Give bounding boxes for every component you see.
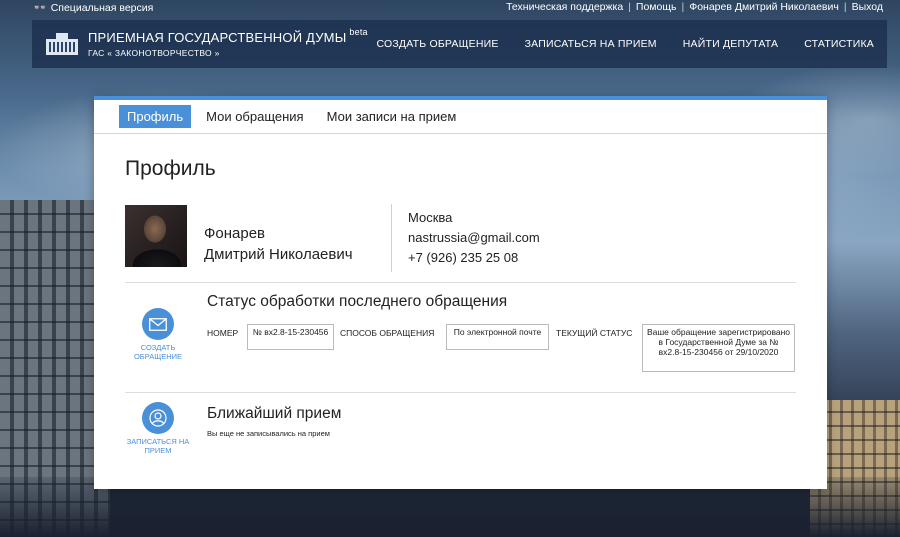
page-title: Профиль [125,157,216,180]
support-link[interactable]: Техническая поддержка [501,1,628,13]
user-name: Фонарев Дмитрий Николаевич [204,223,353,265]
envelope-icon [142,308,174,340]
logo-title: ПРИЕМНАЯ ГОСУДАРСТВЕННОЙ ДУМЫ [88,29,347,45]
current-status-value: Ваше обращение зарегистрировано в Госуда… [642,324,795,372]
utility-bar: 👓 Специальная версия Техническая поддерж… [0,0,900,16]
book-reception-button[interactable]: ЗАПИСАТЬСЯ НА ПРИЕМ [123,402,193,455]
special-version-label: Специальная версия [50,1,154,14]
divider [391,204,392,272]
top-links: Техническая поддержка | Помощь | Фонарев… [501,1,888,13]
create-appeal-label: СОЗДАТЬ ОБРАЩЕНИЕ [133,343,183,361]
nav-statistics[interactable]: СТАТИСТИКА [804,38,874,50]
tab-bar: Профиль Мои обращения Мои записи на прие… [94,100,827,134]
book-reception-label: ЗАПИСАТЬСЯ НА ПРИЕМ [126,437,190,455]
logout-link[interactable]: Выход [847,1,888,13]
user-last-name: Фонарев [204,225,266,242]
nav-book-reception[interactable]: ЗАПИСАТЬСЯ НА ПРИЕМ [525,38,657,50]
user-email: nastrussia@gmail.com [408,230,540,245]
site-logo[interactable]: ПРИЕМНАЯ ГОСУДАРСТВЕННОЙ ДУМЫ beta ГАС « … [44,27,368,58]
method-value: По электронной почте [446,324,549,350]
main-navbar: ПРИЕМНАЯ ГОСУДАРСТВЕННОЙ ДУМЫ beta ГАС « … [32,20,887,68]
profile-card: Профиль Мои обращения Мои записи на прие… [94,96,827,489]
number-value: № вх2.8-15-230456 [247,324,334,350]
user-city: Москва [408,210,453,225]
help-link[interactable]: Помощь [631,1,682,13]
divider [125,392,796,393]
reception-section-title: Ближайший прием [207,405,342,422]
user-first-middle-name: Дмитрий Николаевич [204,246,353,263]
status-section-title: Статус обработки последнего обращения [207,293,508,310]
nav-create-appeal[interactable]: СОЗДАТЬ ОБРАЩЕНИЕ [376,38,498,50]
special-version-link[interactable]: 👓 Специальная версия [33,1,154,15]
method-label: СПОСОБ ОБРАЩЕНИЯ [340,328,435,338]
duma-building-icon [46,33,78,55]
current-status-label: ТЕКУЩИЙ СТАТУС [556,328,633,338]
nav-menu: СОЗДАТЬ ОБРАЩЕНИЕ ЗАПИСАТЬСЯ НА ПРИЕМ НА… [376,38,874,50]
tab-my-receptions[interactable]: Мои записи на прием [319,105,465,128]
user-name-link[interactable]: Фонарев Дмитрий Николаевич [684,1,844,13]
create-appeal-button[interactable]: СОЗДАТЬ ОБРАЩЕНИЕ [123,308,193,361]
divider [125,282,796,283]
user-icon [142,402,174,434]
tab-profile[interactable]: Профиль [119,105,192,128]
logo-subtitle: ГАС « ЗАКОНОТВОРЧЕСТВО » [88,47,220,58]
avatar [125,205,187,267]
status-row: НОМЕР № вх2.8-15-230456 СПОСОБ ОБРАЩЕНИЯ… [207,324,797,376]
contact-info: Москва nastrussia@gmail.com +7 (926) 235… [408,208,540,268]
number-label: НОМЕР [207,328,239,338]
nav-find-deputy[interactable]: НАЙТИ ДЕПУТАТА [683,38,778,50]
no-reception-text: Вы еще не записывались на прием [207,429,330,438]
beta-badge: beta [349,26,368,37]
user-phone: +7 (926) 235 25 08 [408,250,519,265]
tab-my-appeals[interactable]: Мои обращения [198,105,311,128]
glasses-icon: 👓 [33,2,47,14]
